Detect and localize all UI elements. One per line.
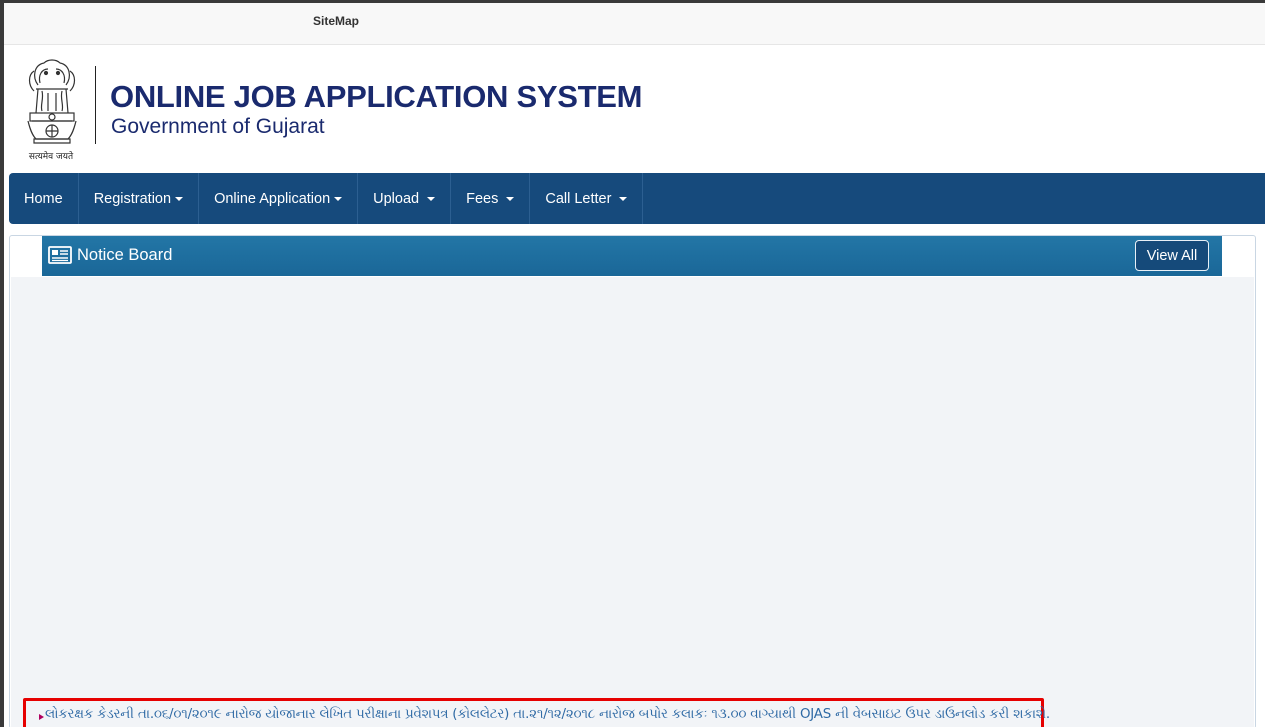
page: SiteMap सत्यमेव जयते ONLINE JOB APPLICAT… xyxy=(0,0,1265,727)
notice-board-panel: Notice Board View All લોકરક્ષક કેડરની તા… xyxy=(9,235,1256,727)
caret-down-icon xyxy=(334,196,343,201)
notice-item-highlighted[interactable]: લોકરક્ષક કેડરની તા.૦૬/૦૧/૨૦૧૯ નારોજ યોજા… xyxy=(23,698,1050,727)
nav-item-registration[interactable]: Registration xyxy=(79,173,200,224)
notice-board-header: Notice Board View All xyxy=(42,236,1222,276)
nav-item-label: Fees xyxy=(466,190,499,207)
nav-item-label: Home xyxy=(24,190,63,207)
nav-item-home[interactable]: Home xyxy=(9,173,79,224)
bullet-arrow-icon xyxy=(39,714,44,720)
lion-capital-icon xyxy=(27,59,77,144)
nav-item-label: Registration xyxy=(93,190,172,207)
national-emblem-logo: सत्यमेव जयते xyxy=(20,55,82,163)
notice-text: લોકરક્ષક કેડરની તા.૦૬/૦૧/૨૦૧૯ નારોજ યોજા… xyxy=(45,707,1050,722)
emblem-motto: सत्यमेव जयते xyxy=(28,152,74,162)
site-header: सत्यमेव जयते ONLINE JOB APPLICATION SYST… xyxy=(4,45,1265,172)
notice-board-title: Notice Board xyxy=(77,246,173,264)
caret-down-icon xyxy=(175,196,184,201)
sitemap-link[interactable]: SiteMap xyxy=(313,14,359,28)
top-utility-bar: SiteMap xyxy=(4,3,1265,45)
caret-down-icon xyxy=(427,196,436,201)
nav-item-label: Call Letter xyxy=(545,190,612,207)
view-all-button[interactable]: View All xyxy=(1135,240,1209,271)
nav-item-fees[interactable]: Fees xyxy=(451,173,531,224)
notice-board-body: લોકરક્ષક કેડરની તા.૦૬/૦૧/૨૦૧૯ નારોજ યોજા… xyxy=(11,277,1254,727)
nav-item-upload[interactable]: Upload xyxy=(358,173,452,224)
site-title: ONLINE JOB APPLICATION SYSTEM xyxy=(110,79,643,114)
main-navbar: Home Registration Online Application Upl… xyxy=(9,173,1265,224)
caret-down-icon xyxy=(506,196,515,201)
nav-item-label: Upload xyxy=(373,190,420,207)
newspaper-icon xyxy=(48,246,72,264)
nav-item-label: Online Application xyxy=(214,190,331,207)
caret-down-icon xyxy=(619,196,628,201)
nav-item-online-application[interactable]: Online Application xyxy=(199,173,359,224)
nav-item-call-letter[interactable]: Call Letter xyxy=(530,173,644,224)
header-divider xyxy=(95,66,96,144)
site-subtitle: Government of Gujarat xyxy=(111,115,325,138)
